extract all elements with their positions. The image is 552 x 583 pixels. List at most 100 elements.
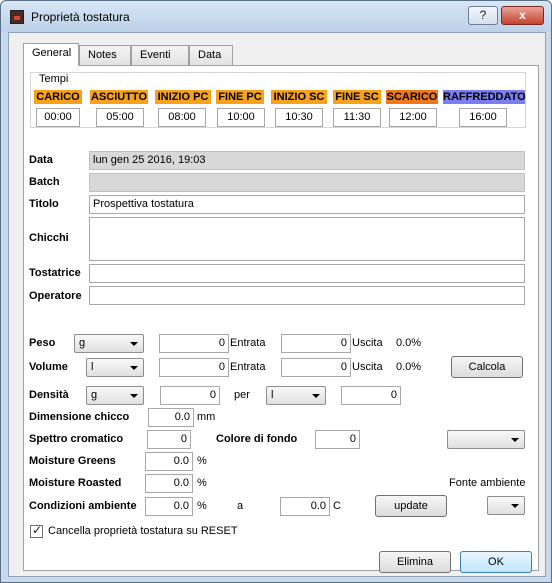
- phase-time-inizio-pc[interactable]: 08:00: [158, 108, 206, 127]
- phase-label-fine-sc: FINE SC: [333, 90, 381, 104]
- ok-button[interactable]: OK: [460, 551, 532, 573]
- densita-input[interactable]: 0: [160, 386, 220, 405]
- colore-fondo-input[interactable]: 0: [315, 430, 360, 449]
- chevron-down-icon: [130, 342, 138, 346]
- update-button[interactable]: update: [375, 495, 447, 517]
- dialog-body: General Notes Eventi Data Tempi CARICO 0…: [8, 32, 546, 577]
- phase-label-raffreddato: RAFFREDDATO: [443, 90, 526, 104]
- volume-uscita-label: Uscita: [352, 361, 383, 373]
- densita-vol-unit-value: l: [271, 389, 274, 401]
- elimina-button[interactable]: Elimina: [379, 551, 451, 573]
- phase-time-carico[interactable]: 00:00: [36, 108, 80, 127]
- moisture-greens-input[interactable]: 0.0: [145, 452, 193, 471]
- colore-select[interactable]: [447, 430, 525, 449]
- batch-field: [89, 173, 525, 192]
- dimensione-unit: mm: [197, 411, 216, 423]
- help-button[interactable]: ?: [468, 6, 498, 25]
- moisture-greens-label: Moisture Greens: [29, 455, 116, 467]
- dimensione-label: Dimensione chicco: [29, 411, 130, 423]
- densita-vol-unit-select[interactable]: l: [266, 386, 326, 405]
- tempi-title: Tempi: [37, 73, 71, 85]
- phase-time-fine-pc[interactable]: 10:00: [217, 108, 265, 127]
- data-label: Data: [29, 154, 53, 166]
- phase-label-asciutto: ASCIUTTO: [90, 90, 148, 104]
- peso-uscita-label: Uscita: [352, 337, 383, 349]
- dialog-window: Proprietà tostatura ? x General Notes Ev…: [0, 0, 552, 583]
- fonte-ambiente-label: Fonte ambiente: [449, 477, 526, 489]
- window-title: Proprietà tostatura: [31, 10, 130, 24]
- phase-time-scarico[interactable]: 12:00: [389, 108, 437, 127]
- moisture-greens-unit: %: [197, 455, 207, 467]
- tab-general[interactable]: General: [23, 43, 79, 66]
- densita-per-input[interactable]: 0: [341, 386, 401, 405]
- moisture-roasted-input[interactable]: 0.0: [145, 474, 193, 493]
- phase-label-carico: CARICO: [34, 90, 82, 104]
- titolo-input[interactable]: Prospettiva tostatura: [89, 195, 525, 214]
- app-icon: [10, 10, 24, 24]
- temperatura-input[interactable]: 0.0: [280, 497, 330, 516]
- peso-unit-value: g: [79, 337, 86, 349]
- tab-eventi[interactable]: Eventi: [131, 45, 189, 65]
- chevron-down-icon: [511, 438, 519, 442]
- densita-mass-unit-value: g: [91, 389, 98, 401]
- title-bar[interactable]: Proprietà tostatura ? x: [1, 1, 551, 32]
- operatore-label: Operatore: [29, 290, 82, 302]
- peso-label: Peso: [29, 337, 56, 349]
- phase-label-inizio-sc: INIZIO SC: [271, 90, 327, 104]
- calcola-button[interactable]: Calcola: [451, 356, 523, 378]
- data-field: lun gen 25 2016, 19:03: [89, 151, 525, 170]
- tab-notes[interactable]: Notes: [79, 45, 131, 65]
- chicchi-input[interactable]: [89, 217, 525, 261]
- moisture-roasted-label: Moisture Roasted: [29, 477, 122, 489]
- chicchi-label: Chicchi: [29, 232, 69, 244]
- chevron-down-icon: [312, 394, 320, 398]
- fonte-ambiente-select[interactable]: [487, 496, 525, 515]
- phase-label-scarico: SCARICO: [386, 90, 438, 104]
- volume-entrata-label: Entrata: [230, 361, 266, 373]
- volume-label: Volume: [29, 361, 68, 373]
- operatore-input[interactable]: [89, 286, 525, 305]
- dimensione-input[interactable]: 0.0: [148, 408, 194, 427]
- phase-time-asciutto[interactable]: 05:00: [96, 108, 144, 127]
- titolo-label: Titolo: [29, 198, 59, 210]
- chevron-down-icon: [511, 504, 519, 508]
- close-button[interactable]: x: [501, 6, 544, 25]
- volume-entrata-input[interactable]: 0: [159, 358, 229, 377]
- densita-mass-unit-select[interactable]: g: [86, 386, 144, 405]
- spettro-label: Spettro cromatico: [29, 433, 124, 445]
- moisture-roasted-unit: %: [197, 477, 207, 489]
- colore-fondo-label: Colore di fondo: [216, 433, 298, 445]
- peso-unit-select[interactable]: g: [74, 334, 144, 353]
- volume-percent: 0.0%: [396, 361, 422, 373]
- temperatura-unit: C: [333, 500, 341, 512]
- general-panel: Tempi CARICO 00:00 ASCIUTTO 05:00 INIZIO…: [23, 65, 539, 571]
- densita-label: Densità: [29, 389, 69, 401]
- condizioni-a-label: a: [237, 500, 244, 512]
- tab-data[interactable]: Data: [189, 45, 233, 65]
- tempi-group: Tempi CARICO 00:00 ASCIUTTO 05:00 INIZIO…: [30, 72, 526, 128]
- chevron-down-icon: [130, 394, 138, 398]
- chevron-down-icon: [130, 366, 138, 370]
- phase-label-inizio-pc: INIZIO PC: [155, 90, 211, 104]
- volume-unit-value: l: [91, 361, 94, 373]
- reset-label: Cancella proprietà tostatura su RESET: [48, 525, 238, 537]
- peso-entrata-label: Entrata: [230, 337, 266, 349]
- condizioni-label: Condizioni ambiente: [29, 500, 137, 512]
- peso-uscita-input[interactable]: 0: [281, 334, 351, 353]
- densita-per-label: per: [234, 389, 250, 401]
- condizioni-input[interactable]: 0.0: [145, 497, 193, 516]
- tostatrice-input[interactable]: [89, 264, 525, 283]
- condizioni-unit: %: [197, 500, 207, 512]
- volume-unit-select[interactable]: l: [86, 358, 144, 377]
- phase-time-fine-sc[interactable]: 11:30: [333, 108, 381, 127]
- tostatrice-label: Tostatrice: [29, 267, 81, 279]
- batch-label: Batch: [29, 176, 60, 188]
- reset-checkbox[interactable]: [30, 523, 43, 538]
- spettro-input[interactable]: 0: [147, 430, 191, 449]
- volume-uscita-input[interactable]: 0: [281, 358, 351, 377]
- phase-time-raffreddato[interactable]: 16:00: [459, 108, 507, 127]
- peso-entrata-input[interactable]: 0: [159, 334, 229, 353]
- phase-time-inizio-sc[interactable]: 10:30: [275, 108, 323, 127]
- phase-label-fine-pc: FINE PC: [216, 90, 264, 104]
- peso-percent: 0.0%: [396, 337, 422, 349]
